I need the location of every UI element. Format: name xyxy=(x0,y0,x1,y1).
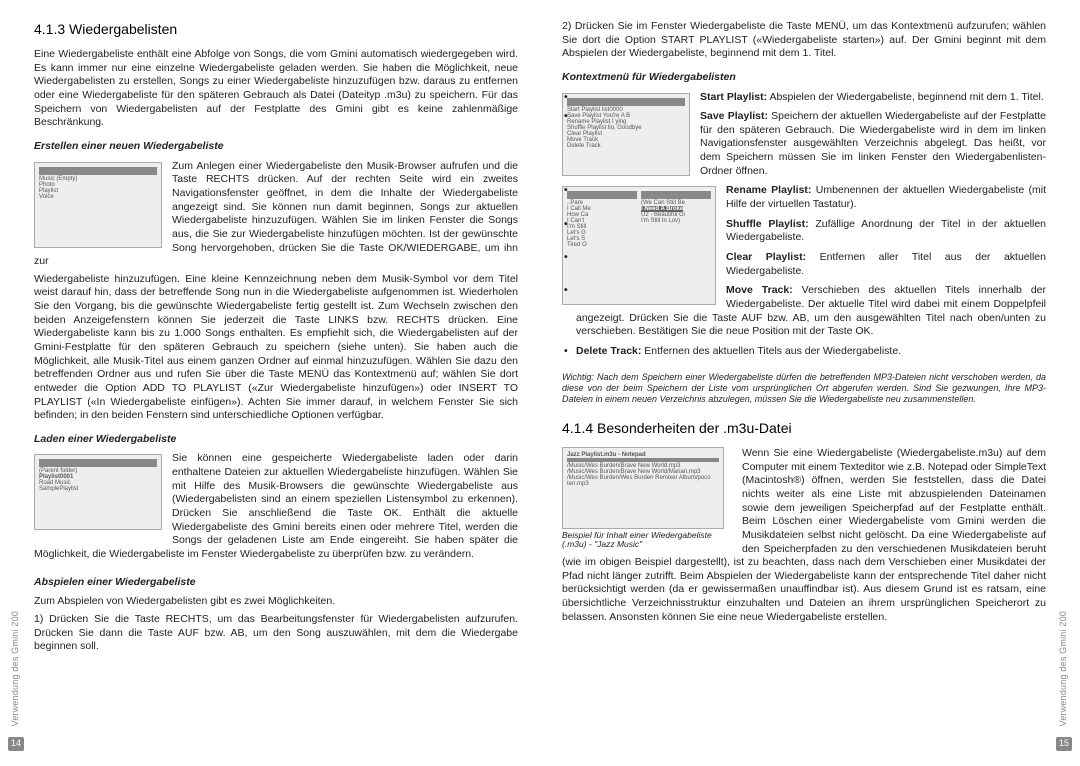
subhead-create: Erstellen einer neuen Wiedergabeliste xyxy=(34,140,518,154)
create-p2: Wiedergabeliste hinzuzufügen. Eine klein… xyxy=(34,273,518,423)
img-text: SamplePlaylist xyxy=(39,486,78,492)
ctx-label: Move Track: xyxy=(726,284,793,296)
ctx-item-clear: Clear Playlist: Entfernen aller Titel au… xyxy=(562,251,1046,278)
ctx-label: Start Playlist: xyxy=(700,91,767,103)
ctx-item-save: Save Playlist: Speichern der aktuellen W… xyxy=(562,110,1046,178)
section-title-414: 4.1.4 Besonderheiten der .m3u-Datei xyxy=(562,419,1046,437)
play-p1: Zum Abspielen von Wiedergabelisten gibt … xyxy=(34,595,518,609)
ctx-item-shuffle: Shuffle Playlist: Zufällige Anordnung de… xyxy=(562,218,1046,245)
page-number-left: 14 xyxy=(8,737,24,751)
ctx-item-delete: Delete Track: Entfernen des aktuellen Ti… xyxy=(562,345,1046,359)
img-text: Jazz Playlist.m3u - Notepad xyxy=(567,452,646,458)
ctx-text: Entfernen des aktuellen Titels aus der W… xyxy=(641,345,901,357)
ctx-label: Rename Playlist: xyxy=(726,184,811,196)
page-right: 2) Drücken Sie im Fenster Wiedergabelist… xyxy=(540,0,1080,766)
screenshot-load-playlist: (Parent folder) Playlist0001 Road Music … xyxy=(34,454,162,530)
sidebar-label-left: Verwendung des Gmini 200 xyxy=(10,611,22,726)
ctx-label: Shuffle Playlist: xyxy=(726,218,809,230)
notepad-caption: Beispiel für Inhalt einer Wiedergabelist… xyxy=(562,531,732,550)
screenshot-create-playlist: Music (Empty) Photo Playlist Voice xyxy=(34,162,162,248)
page-number-right: 15 xyxy=(1056,737,1072,751)
img-text: Voice xyxy=(39,194,54,200)
subhead-play: Abspielen einer Wiedergabeliste xyxy=(34,576,518,590)
ctx-label: Clear Playlist: xyxy=(726,251,806,263)
continue-p: 2) Drücken Sie im Fenster Wiedergabelist… xyxy=(562,20,1046,61)
context-menu-list: Start Playlist: Abspielen der Wiedergabe… xyxy=(562,91,1046,359)
important-note: Wichtig: Nach dem Speichern einer Wieder… xyxy=(562,372,1046,404)
ctx-label: Save Playlist: xyxy=(700,110,768,122)
subhead-load: Laden einer Wiedergabeliste xyxy=(34,433,518,447)
ctx-item-rename: Rename Playlist: Umbenennen der aktuelle… xyxy=(562,184,1046,211)
ctx-text: Abspielen der Wiedergabeliste, beginnend… xyxy=(767,91,1044,103)
play-p2: 1) Drücken Sie die Taste RECHTS, um das … xyxy=(34,613,518,654)
section-title-413: 4.1.3 Wiedergabelisten xyxy=(34,20,518,38)
ctx-label: Delete Track: xyxy=(576,345,641,357)
ctx-text: Verschieben des aktuellen Titels innerha… xyxy=(576,284,1046,337)
screenshot-notepad-m3u: Jazz Playlist.m3u - Notepad /Music/Wes B… xyxy=(562,447,724,529)
sidebar-label-right: Verwendung des Gmini 200 xyxy=(1058,611,1070,726)
img-text: /Music/Wes Burden/Wes Burden Remixer Alb… xyxy=(567,475,711,487)
ctx-item-move: Move Track: Verschieben des aktuellen Ti… xyxy=(562,284,1046,339)
page-left: 4.1.3 Wiedergabelisten Eine Wiedergabeli… xyxy=(0,0,540,766)
intro-paragraph: Eine Wiedergabeliste enthält eine Abfolg… xyxy=(34,48,518,130)
subhead-context: Kontextmenü für Wiedergabelisten xyxy=(562,71,1046,85)
ctx-item-start: Start Playlist: Abspielen der Wiedergabe… xyxy=(562,91,1046,105)
